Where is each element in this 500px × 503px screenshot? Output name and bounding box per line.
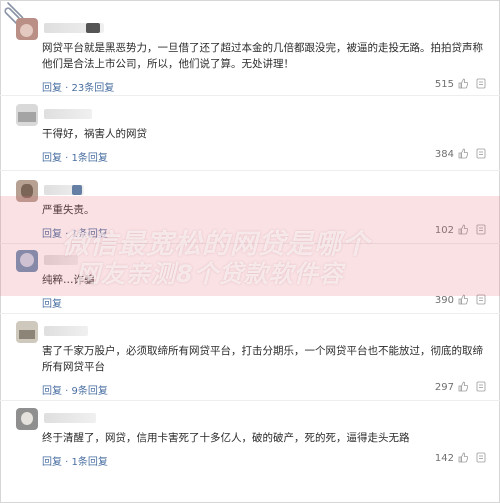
- like-count: 515: [434, 79, 454, 90]
- avatar[interactable]: [16, 18, 38, 40]
- reply-link[interactable]: 回复 · 1条回复: [42, 149, 108, 164]
- like-count: 384: [434, 149, 454, 160]
- comment-header: [16, 18, 486, 40]
- divider: [0, 313, 500, 314]
- username-blurred[interactable]: [44, 326, 88, 336]
- reply-link[interactable]: 回复 · 1条回复: [42, 453, 108, 468]
- watermark-subtitle: 网友亲测8个贷款软件容: [76, 260, 344, 288]
- comment-header: [16, 408, 486, 430]
- divider: [0, 170, 500, 171]
- report-icon[interactable]: [476, 452, 486, 463]
- username-blurred[interactable]: [44, 413, 96, 423]
- thumbs-up-icon[interactable]: [458, 78, 468, 89]
- comment-item: 网贷平台就是黑恶势力，一旦借了还了超过本金的几倍都跟没完，被逼的走投无路。拍拍贷…: [16, 18, 486, 95]
- comment-item: 干得好，祸害人的网贷 回复 · 1条回复 384: [16, 104, 486, 165]
- username-blurred[interactable]: [44, 109, 92, 119]
- avatar[interactable]: [16, 321, 38, 343]
- report-icon[interactable]: [476, 148, 486, 159]
- reply-link[interactable]: 回复 · 23条回复: [42, 79, 114, 94]
- comment-text: 害了千家万股户，必须取缔所有网贷平台，打击分期乐，一个网贷平台也不能放过，彻底的…: [42, 345, 483, 373]
- username-blurred-tag: [86, 23, 100, 33]
- comment-text: 干得好，祸害人的网贷: [42, 128, 147, 140]
- like-count: 142: [434, 453, 454, 464]
- comment-header: [16, 104, 486, 126]
- comment-meta: 回复 · 23条回复 515: [42, 77, 486, 95]
- avatar[interactable]: [16, 104, 38, 126]
- username-blurred-tag: [72, 185, 82, 195]
- comment-text: 终于清醒了，网贷，信用卡害死了十多亿人，破的破产，死的死，逼得走头无路: [42, 432, 410, 444]
- comment-text: 网贷平台就是黑恶势力，一旦借了还了超过本金的几倍都跟没完，被逼的走投无路。拍拍贷…: [42, 42, 483, 70]
- thumbs-up-icon[interactable]: [458, 381, 468, 392]
- report-icon[interactable]: [476, 381, 486, 392]
- comment-header: [16, 321, 486, 343]
- like-count: 297: [434, 382, 454, 393]
- avatar[interactable]: [16, 408, 38, 430]
- comment-meta: 回复 · 1条回复 142: [42, 451, 486, 469]
- comment-meta: 回复 · 1条回复 384: [42, 147, 486, 165]
- like-count: 390: [434, 295, 454, 306]
- divider: [0, 95, 500, 96]
- report-icon[interactable]: [476, 78, 486, 89]
- thumbs-up-icon[interactable]: [458, 148, 468, 159]
- comment-item: 害了千家万股户，必须取缔所有网贷平台，打击分期乐，一个网贷平台也不能放过，彻底的…: [16, 321, 486, 398]
- reply-link[interactable]: 回复: [42, 295, 62, 310]
- comment-item: 终于清醒了，网贷，信用卡害死了十多亿人，破的破产，死的死，逼得走头无路 回复 ·…: [16, 408, 486, 469]
- reply-link[interactable]: 回复 · 9条回复: [42, 382, 108, 397]
- thumbs-up-icon[interactable]: [458, 452, 468, 463]
- comment-meta: 回复 · 9条回复 297: [42, 380, 486, 398]
- divider: [0, 400, 500, 401]
